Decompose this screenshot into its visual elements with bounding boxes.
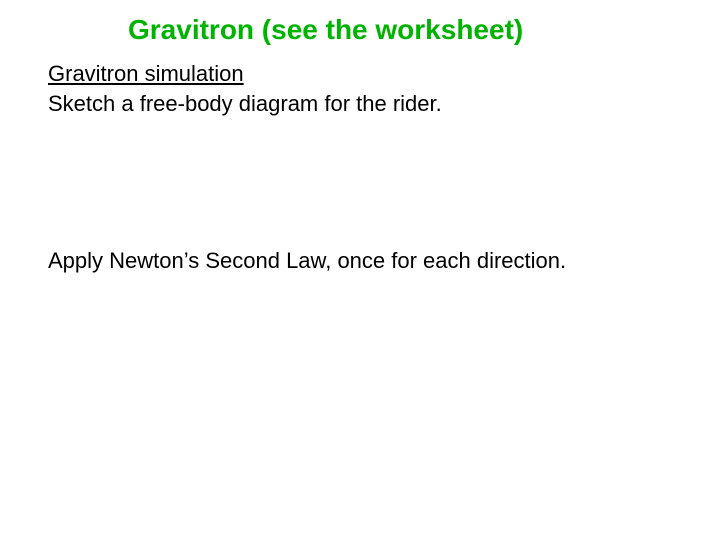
slide: Gravitron (see the worksheet) Gravitron … [0, 0, 720, 540]
instruction-fbd: Sketch a free-body diagram for the rider… [48, 90, 672, 118]
slide-title: Gravitron (see the worksheet) [128, 14, 523, 46]
instruction-newton: Apply Newton’s Second Law, once for each… [48, 247, 672, 275]
slide-body: Gravitron simulation Sketch a free-body … [48, 60, 672, 275]
simulation-link[interactable]: Gravitron simulation [48, 61, 244, 86]
work-space-1 [48, 117, 672, 247]
